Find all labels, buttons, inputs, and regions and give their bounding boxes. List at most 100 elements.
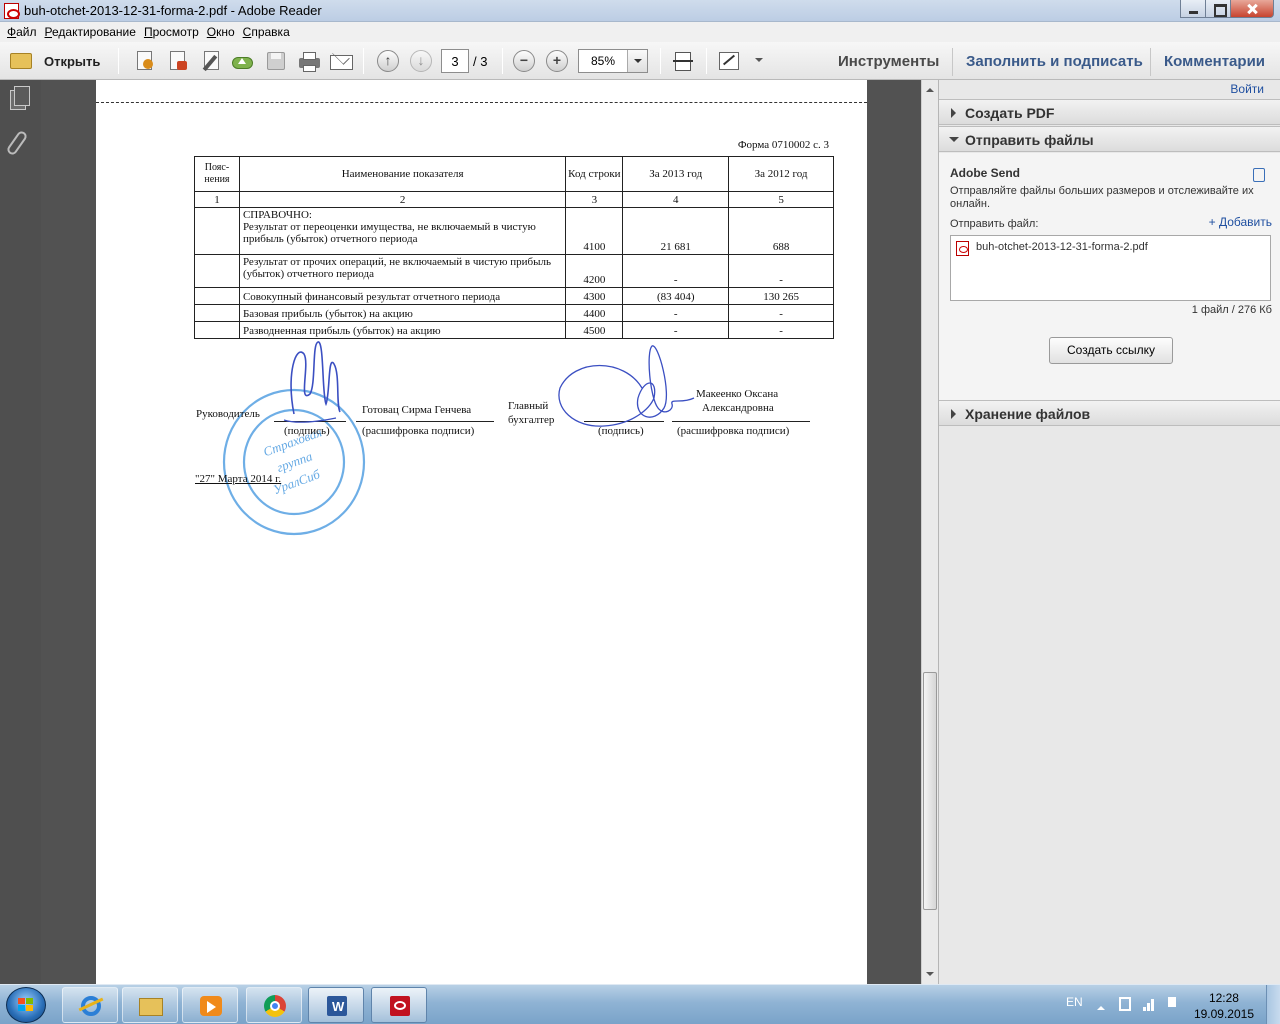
- decode-caption: (расшифровка подписи): [362, 425, 475, 437]
- internet-explorer-icon: [78, 994, 104, 1018]
- page-thumbnails-icon[interactable]: [10, 86, 30, 110]
- expand-arrow-icon: [951, 409, 961, 419]
- combine-files-icon[interactable]: [166, 51, 188, 71]
- create-pdf-icon[interactable]: [133, 51, 155, 71]
- fit-page-icon[interactable]: [672, 51, 694, 71]
- row-code: 4500: [565, 321, 624, 339]
- show-hidden-icons-icon[interactable]: [1097, 1002, 1105, 1010]
- row-2013: -: [622, 304, 730, 322]
- scroll-down-arrow[interactable]: [926, 972, 934, 980]
- zoom-in-button[interactable]: +: [546, 50, 568, 72]
- start-button[interactable]: [6, 987, 46, 1023]
- toolbar-separator: [502, 48, 503, 74]
- close-button[interactable]: [1230, 0, 1274, 18]
- add-file-link[interactable]: + Добавить: [1209, 215, 1272, 229]
- taskbar-word[interactable]: W: [308, 987, 364, 1023]
- language-indicator[interactable]: EN: [1066, 995, 1083, 1009]
- scrollbar-thumb[interactable]: [923, 672, 937, 910]
- send-info-icon[interactable]: [1253, 168, 1265, 182]
- create-link-button[interactable]: Создать ссылку: [1049, 337, 1173, 364]
- next-page-button[interactable]: ↓: [410, 50, 432, 72]
- taskbar-ie[interactable]: [62, 987, 118, 1023]
- folder-icon: [10, 53, 32, 69]
- row-name: Результат от прочих операций, не включае…: [238, 254, 567, 288]
- collapse-arrow-icon: [949, 137, 959, 147]
- save-icon[interactable]: [265, 51, 287, 71]
- zoom-value: 85%: [591, 54, 616, 68]
- row-code: 4300: [565, 287, 624, 305]
- panel-divider: [952, 48, 953, 76]
- col-number: 5: [728, 191, 834, 208]
- tools-panel-button[interactable]: Инструменты: [838, 53, 939, 70]
- toolbar-more-icon[interactable]: [755, 58, 763, 66]
- taskbar-adobe-reader[interactable]: [371, 987, 427, 1023]
- row-note: [194, 321, 240, 339]
- taskbar-media-player[interactable]: [182, 987, 238, 1023]
- document-viewport[interactable]: Форма 0710002 с. 3 Пояс-нения Наименован…: [41, 80, 921, 984]
- menu-view[interactable]: Просмотр: [143, 22, 206, 42]
- page-number-input[interactable]: 3: [441, 49, 469, 73]
- row-2013: -: [622, 321, 730, 339]
- scroll-up-arrow[interactable]: [926, 84, 934, 92]
- row-2012: -: [728, 254, 834, 288]
- file-list-item[interactable]: buh-otchet-2013-12-31-forma-2.pdf: [976, 241, 1148, 253]
- header-2012: За 2012 год: [728, 156, 834, 192]
- comments-panel-button[interactable]: Комментарии: [1164, 53, 1265, 70]
- word-icon: W: [324, 994, 350, 1018]
- zoom-select[interactable]: 85%: [578, 49, 648, 73]
- minimize-button[interactable]: [1180, 0, 1206, 18]
- system-clock[interactable]: 12:28 19.09.2015: [1194, 990, 1254, 1022]
- toolbar: Открыть ↑ ↓ 3 / 3 − + 85% Инструменты За…: [0, 42, 1280, 80]
- menu-edit[interactable]: Редактирование: [44, 22, 143, 42]
- menu-window[interactable]: Окно: [206, 22, 242, 42]
- login-link[interactable]: Войти: [1230, 82, 1264, 96]
- accountant-signature: [558, 345, 695, 427]
- send-files-body: Adobe Send Отправляйте файлы больших раз…: [939, 153, 1280, 400]
- print-icon[interactable]: [298, 51, 320, 72]
- network-icon[interactable]: [1143, 995, 1157, 1011]
- row-name: СПРАВОЧНО: Результат от переоценки имуще…: [238, 207, 567, 255]
- vertical-scrollbar[interactable]: [921, 80, 938, 984]
- file-storage-section[interactable]: Хранение файлов: [939, 400, 1280, 426]
- show-desktop-button[interactable]: [1266, 985, 1280, 1024]
- chevron-down-icon[interactable]: [627, 50, 647, 72]
- attachments-icon[interactable]: [5, 129, 29, 157]
- open-button[interactable]: Открыть: [8, 51, 108, 73]
- chief-accountant-label-2: бухгалтер: [508, 414, 555, 426]
- file-list[interactable]: buh-otchet-2013-12-31-forma-2.pdf: [950, 235, 1271, 301]
- volume-icon[interactable]: [1168, 997, 1176, 1007]
- row-name-title: СПРАВОЧНО:: [242, 209, 312, 221]
- page-total: / 3: [473, 54, 488, 69]
- toolbar-separator: [118, 48, 119, 74]
- email-icon[interactable]: [330, 47, 353, 71]
- row-note: [194, 287, 240, 305]
- send-files-section[interactable]: Отправить файлы: [939, 126, 1280, 152]
- edit-icon[interactable]: [200, 51, 222, 72]
- upload-cloud-icon[interactable]: [231, 51, 253, 71]
- send-file-label: Отправить файл:: [950, 218, 1039, 230]
- fullscreen-icon[interactable]: [718, 51, 740, 71]
- toolbar-separator: [706, 48, 707, 74]
- menu-file[interactable]: Файл: [6, 22, 44, 42]
- col-number: 3: [565, 191, 624, 208]
- action-center-icon[interactable]: [1119, 997, 1131, 1011]
- expand-arrow-icon: [951, 108, 961, 118]
- create-pdf-title: Создать PDF: [965, 105, 1055, 121]
- taskbar-chrome[interactable]: [246, 987, 302, 1023]
- toolbar-separator: [660, 48, 661, 74]
- previous-page-button[interactable]: ↑: [377, 50, 399, 72]
- menu-bar: Файл Редактирование Просмотр Окно Справк…: [0, 22, 1280, 42]
- create-pdf-section[interactable]: Создать PDF: [939, 99, 1280, 125]
- zoom-out-button[interactable]: −: [513, 50, 535, 72]
- panel-divider: [1150, 48, 1151, 76]
- row-2012: -: [728, 304, 834, 322]
- row-2013: (83 404): [622, 287, 730, 305]
- window-controls: [1180, 0, 1274, 18]
- taskbar-explorer[interactable]: [122, 987, 178, 1023]
- table-row: СПРАВОЧНО: Результат от переоценки имуще…: [194, 207, 834, 255]
- maximize-button[interactable]: [1205, 0, 1231, 18]
- menu-help[interactable]: Справка: [242, 22, 297, 42]
- fill-sign-panel-button[interactable]: Заполнить и подписать: [966, 53, 1143, 70]
- col-number: 1: [194, 191, 240, 208]
- row-code: 4400: [565, 304, 624, 322]
